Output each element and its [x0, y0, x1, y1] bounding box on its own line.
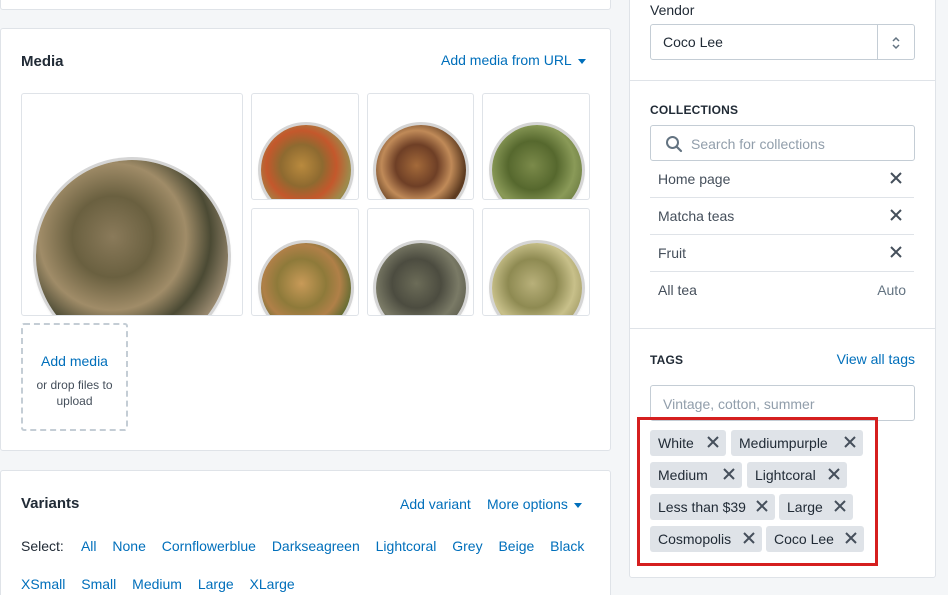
tag-label: Coco Lee — [774, 531, 834, 547]
remove-icon[interactable] — [888, 207, 904, 223]
tag-label: White — [658, 435, 694, 451]
add-media-from-url-label: Add media from URL — [441, 52, 572, 68]
caret-down-icon — [577, 58, 586, 64]
select-option[interactable]: None — [112, 538, 145, 554]
media-thumbnail[interactable] — [367, 93, 474, 200]
select-option[interactable]: All — [81, 538, 97, 554]
tag-label: Mediumpurple — [739, 435, 828, 451]
media-thumbnail-main[interactable] — [21, 93, 243, 316]
variant-select-row: Select: All None Cornflowerblue Darkseag… — [21, 538, 596, 554]
organization-divider — [630, 328, 935, 329]
tag-chip: Large — [779, 494, 853, 520]
select-option[interactable]: Beige — [498, 538, 534, 554]
collection-row: Matcha teas — [650, 198, 914, 235]
remove-tag-icon[interactable] — [833, 499, 847, 513]
tea-tin-image — [376, 125, 466, 199]
collections-search-input[interactable]: Search for collections — [650, 125, 915, 161]
select-option[interactable]: Large — [198, 576, 234, 592]
tea-tin-image — [36, 160, 228, 315]
media-thumbnail[interactable] — [482, 93, 590, 200]
select-option[interactable]: Cornflowerblue — [162, 538, 256, 554]
collection-name: All tea — [658, 282, 697, 298]
remove-tag-icon[interactable] — [706, 435, 720, 449]
tag-label: Cosmopolis — [658, 531, 732, 547]
caret-down-icon — [573, 502, 582, 508]
collection-row: Home page — [650, 161, 914, 198]
select-option[interactable]: XLarge — [250, 576, 295, 592]
select-arrows-icon — [892, 36, 900, 50]
add-media-link[interactable]: Add media — [23, 353, 126, 369]
remove-icon[interactable] — [888, 170, 904, 186]
vendor-value: Coco Lee — [663, 34, 723, 50]
tag-label: Less than $39 — [658, 499, 746, 515]
variants-title: Variants — [21, 495, 80, 512]
select-option[interactable]: Medium — [132, 576, 182, 592]
tea-tin-image — [261, 243, 351, 315]
tea-tin-image — [261, 125, 351, 199]
tags-input-placeholder: Vintage, cotton, summer — [663, 396, 815, 412]
organization-divider — [630, 80, 935, 81]
media-thumbnail[interactable] — [251, 93, 359, 200]
remove-tag-icon[interactable] — [844, 531, 858, 545]
collection-row: All tea Auto — [650, 272, 914, 309]
collection-row: Fruit — [650, 235, 914, 272]
collection-name: Home page — [658, 171, 731, 187]
media-dropzone[interactable]: Add media or drop files to upload — [21, 323, 128, 431]
tag-label: Lightcoral — [755, 467, 816, 483]
select-option[interactable]: Grey — [452, 538, 482, 554]
drop-files-hint: or drop files to upload — [36, 378, 113, 408]
tag-chip: Coco Lee — [766, 526, 864, 552]
vendor-label: Vendor — [650, 2, 695, 18]
select-option[interactable]: XSmall — [21, 576, 65, 592]
tea-tin-image — [492, 243, 582, 315]
product-details-card — [0, 0, 611, 10]
collection-name: Matcha teas — [658, 208, 735, 224]
more-options-label: More options — [487, 496, 568, 512]
search-icon — [666, 136, 683, 153]
collections-search-placeholder: Search for collections — [691, 136, 825, 152]
remove-icon[interactable] — [888, 244, 904, 260]
collection-auto-status: Auto — [877, 282, 906, 298]
media-thumbnail[interactable] — [482, 208, 590, 316]
select-option[interactable]: Lightcoral — [376, 538, 437, 554]
remove-tag-icon[interactable] — [722, 467, 736, 481]
select-option[interactable]: Small — [81, 576, 116, 592]
tag-chip: Lightcoral — [747, 462, 847, 488]
tags-label: TAGS — [650, 353, 684, 367]
add-media-from-url-link[interactable]: Add media from URL — [441, 52, 586, 68]
vendor-select[interactable]: Coco Lee — [650, 24, 915, 60]
more-options-link[interactable]: More options — [487, 496, 582, 512]
tag-chip: White — [650, 430, 726, 456]
vendor-select-divider — [877, 25, 878, 59]
remove-tag-icon[interactable] — [742, 531, 756, 545]
tag-chip: Mediumpurple — [731, 430, 863, 456]
remove-tag-icon[interactable] — [827, 467, 841, 481]
remove-tag-icon[interactable] — [755, 499, 769, 513]
media-title: Media — [21, 53, 64, 70]
tag-label: Medium — [658, 467, 708, 483]
select-label: Select: — [21, 538, 64, 554]
select-option[interactable]: Black — [550, 538, 584, 554]
tea-tin-image — [376, 243, 466, 315]
media-thumbnail[interactable] — [367, 208, 474, 316]
collections-label: COLLECTIONS — [650, 103, 739, 117]
tags-input[interactable]: Vintage, cotton, summer — [650, 385, 915, 421]
variant-select-row: XSmall Small Medium Large XLarge — [21, 576, 307, 592]
tag-chip: Cosmopolis — [650, 526, 762, 552]
tag-chip: Less than $39 — [650, 494, 775, 520]
collection-name: Fruit — [658, 245, 686, 261]
view-all-tags-link[interactable]: View all tags — [837, 351, 915, 367]
media-thumbnail[interactable] — [251, 208, 359, 316]
add-variant-link[interactable]: Add variant — [400, 496, 471, 512]
remove-tag-icon[interactable] — [843, 435, 857, 449]
tag-chip: Medium — [650, 462, 742, 488]
tea-tin-image — [492, 125, 582, 199]
tag-label: Large — [787, 499, 823, 515]
select-option[interactable]: Darkseagreen — [272, 538, 360, 554]
